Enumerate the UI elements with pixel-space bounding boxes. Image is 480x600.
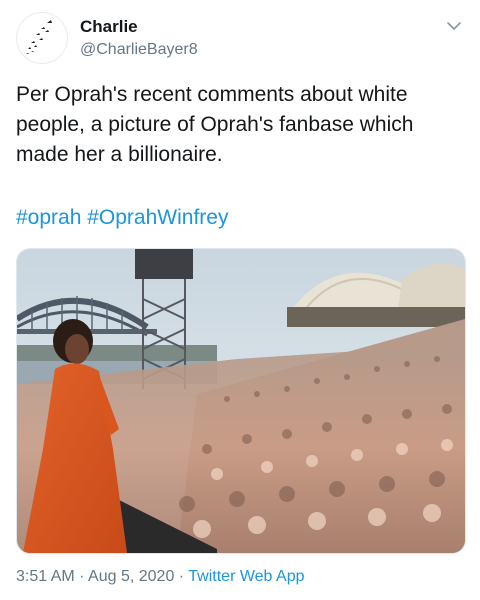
source-app-link[interactable]: Twitter Web App: [188, 568, 304, 585]
tweet-header: Charlie @CharlieBayer8: [16, 12, 464, 64]
hashtag-link[interactable]: #OprahWinfrey: [87, 206, 228, 229]
user-handle[interactable]: @CharlieBayer8: [80, 41, 198, 59]
avatar[interactable]: [16, 12, 68, 64]
crowd-photo-image: [17, 249, 465, 553]
tweet-meta: 3:51 AM · Aug 5, 2020 · Twitter Web App: [16, 568, 304, 586]
tweet-photo[interactable]: [16, 248, 466, 554]
tweet-text: Per Oprah's recent comments about white …: [16, 83, 414, 166]
display-name[interactable]: Charlie: [80, 17, 138, 37]
hashtag-list: #oprah #OprahWinfrey: [16, 203, 228, 233]
meta-separator: ·: [79, 568, 85, 585]
birds-logo-icon: [26, 20, 52, 54]
meta-separator: ·: [178, 568, 185, 585]
tweet-date[interactable]: Aug 5, 2020: [88, 568, 174, 585]
tweet-time[interactable]: 3:51 AM: [16, 568, 75, 585]
chevron-down-icon[interactable]: [446, 18, 462, 34]
hashtag-link[interactable]: #oprah: [16, 206, 81, 229]
